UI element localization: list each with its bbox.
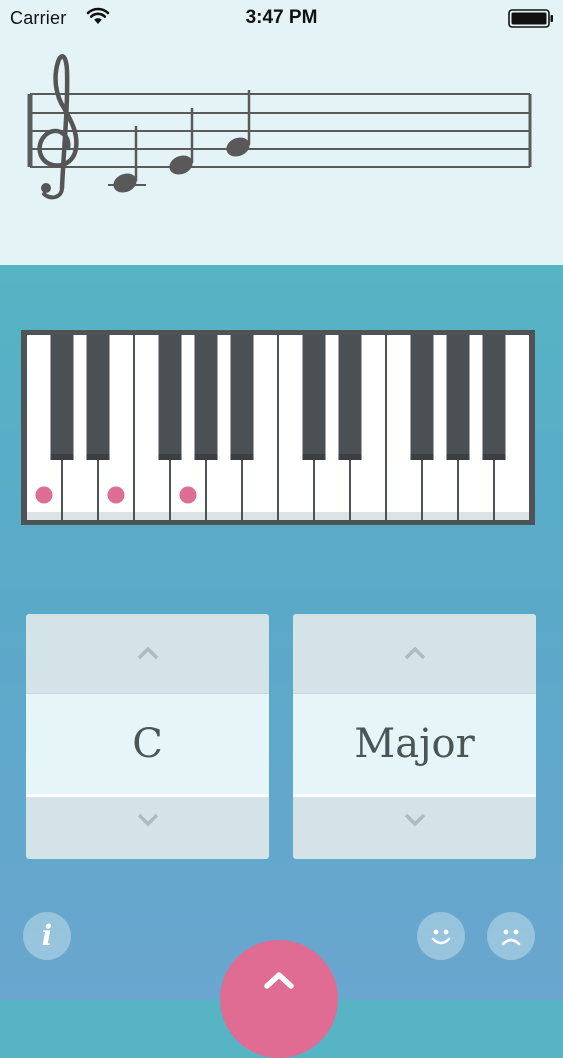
note-e	[226, 90, 251, 157]
play-button[interactable]	[220, 940, 338, 1058]
black-key[interactable]	[302, 335, 326, 460]
black-key[interactable]	[446, 335, 470, 460]
scale-quality-up-button[interactable]	[293, 614, 536, 692]
chevron-up-icon	[137, 646, 158, 660]
clock: 3:47 PM	[245, 7, 318, 28]
black-key[interactable]	[86, 335, 110, 460]
chevron-down-icon	[137, 813, 158, 827]
music-staff	[27, 54, 532, 200]
key-marker	[35, 486, 53, 504]
scale-quality-picker[interactable]: Major	[293, 614, 536, 859]
sad-feedback-button[interactable]	[487, 912, 535, 960]
chevron-up-icon	[264, 972, 294, 989]
note-d	[169, 108, 194, 175]
black-key[interactable]	[410, 335, 434, 460]
note-c	[113, 126, 138, 193]
battery-icon	[508, 9, 554, 34]
info-button[interactable]: i	[23, 912, 71, 960]
status-bar: Carrier 3:47 PM	[0, 0, 563, 36]
treble-clef-icon	[37, 54, 79, 200]
happy-feedback-button[interactable]	[417, 912, 465, 960]
smiley-happy-icon	[431, 929, 451, 945]
key-marker	[107, 486, 125, 504]
black-key[interactable]	[50, 335, 74, 460]
key-marker	[179, 486, 197, 504]
chevron-up-icon	[404, 646, 425, 660]
scale-quality-down-button[interactable]	[293, 781, 536, 859]
chevron-down-icon	[404, 813, 425, 827]
smiley-sad-icon	[501, 929, 521, 946]
piano-keyboard[interactable]	[21, 330, 535, 525]
black-key[interactable]	[482, 335, 506, 460]
root-note-down-button[interactable]	[26, 781, 269, 859]
staff-lines	[30, 93, 530, 168]
black-key[interactable]	[158, 335, 182, 460]
black-key[interactable]	[338, 335, 362, 460]
root-note-up-button[interactable]	[26, 614, 269, 692]
info-icon: i	[41, 919, 53, 952]
black-key[interactable]	[230, 335, 254, 460]
black-key[interactable]	[194, 335, 218, 460]
root-note-picker[interactable]: C	[26, 614, 269, 859]
